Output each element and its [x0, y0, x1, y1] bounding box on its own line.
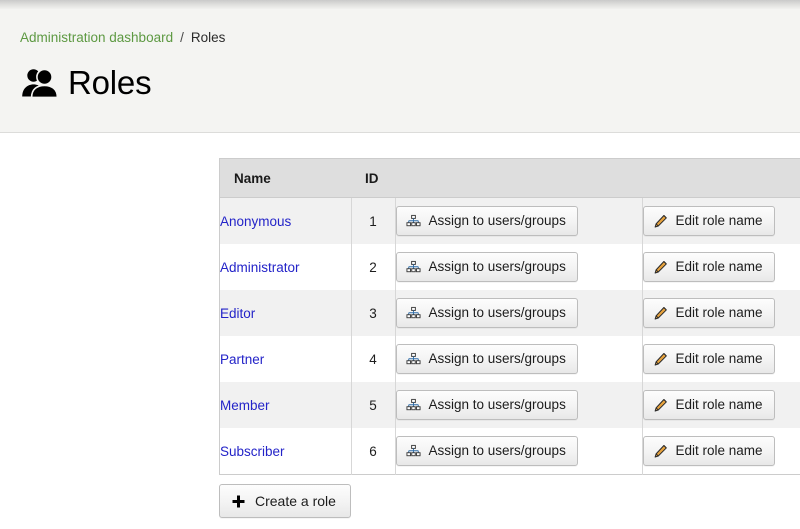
- roles-table: Name ID Anonymous 1 Assign to users/grou…: [219, 158, 800, 475]
- users-icon: [18, 63, 64, 103]
- pencil-icon: [653, 214, 668, 229]
- assign-button-label: Assign to users/groups: [428, 397, 566, 412]
- edit-button-label: Edit role name: [675, 259, 763, 274]
- assign-to-users-groups-button[interactable]: Assign to users/groups: [395, 390, 578, 420]
- edit-role-name-button[interactable]: Edit role name: [642, 436, 775, 466]
- org-chart-icon: [405, 260, 421, 275]
- cell-role-id: 5: [351, 382, 396, 428]
- cell-role-name: Anonymous: [219, 197, 352, 244]
- assign-button-label: Assign to users/groups: [428, 351, 566, 366]
- breadcrumb: Administration dashboard / Roles: [20, 29, 225, 46]
- plus-icon: [231, 494, 246, 509]
- edit-button-label: Edit role name: [675, 305, 763, 320]
- edit-role-name-button[interactable]: Edit role name: [642, 344, 775, 374]
- role-link-editor[interactable]: Editor: [220, 306, 255, 321]
- column-header-edit: [642, 158, 800, 198]
- content-area: Name ID Anonymous 1 Assign to users/grou…: [0, 134, 800, 529]
- table-header-row: Name ID: [219, 158, 800, 198]
- edit-button-label: Edit role name: [675, 443, 763, 458]
- pencil-icon: [653, 352, 668, 367]
- pencil-icon: [653, 306, 668, 321]
- cell-role-id: 2: [351, 244, 396, 290]
- table-row: Partner 4 Assign to users/groups Edit ro…: [219, 336, 800, 382]
- edit-button-label: Edit role name: [675, 351, 763, 366]
- role-link-anonymous[interactable]: Anonymous: [220, 214, 291, 229]
- table-row: Member 5 Assign to users/groups Edit rol…: [219, 382, 800, 428]
- cell-assign-action: Assign to users/groups: [395, 244, 643, 290]
- create-a-role-button[interactable]: Create a role: [219, 484, 351, 518]
- role-link-administrator[interactable]: Administrator: [220, 260, 300, 275]
- cell-assign-action: Assign to users/groups: [395, 382, 643, 428]
- cell-role-id: 6: [351, 428, 396, 475]
- cell-role-name: Editor: [219, 290, 352, 336]
- assign-button-label: Assign to users/groups: [428, 213, 566, 228]
- breadcrumb-link-administration-dashboard[interactable]: Administration dashboard: [20, 30, 173, 45]
- cell-role-id: 1: [351, 197, 396, 244]
- org-chart-icon: [405, 306, 421, 321]
- assign-to-users-groups-button[interactable]: Assign to users/groups: [395, 252, 578, 282]
- page-title: Roles: [68, 64, 152, 101]
- cell-edit-action: Edit role name: [642, 244, 800, 290]
- org-chart-icon: [405, 398, 421, 413]
- assign-to-users-groups-button[interactable]: Assign to users/groups: [395, 298, 578, 328]
- org-chart-icon: [405, 214, 421, 229]
- edit-button-label: Edit role name: [675, 213, 763, 228]
- pencil-icon: [653, 444, 668, 459]
- assign-button-label: Assign to users/groups: [428, 443, 566, 458]
- assign-to-users-groups-button[interactable]: Assign to users/groups: [395, 206, 578, 236]
- cell-role-id: 3: [351, 290, 396, 336]
- cell-assign-action: Assign to users/groups: [395, 428, 643, 475]
- role-link-member[interactable]: Member: [220, 398, 270, 413]
- pencil-icon: [653, 398, 668, 413]
- page-header: Administration dashboard / Roles Roles: [0, 0, 800, 133]
- assign-button-label: Assign to users/groups: [428, 305, 566, 320]
- cell-assign-action: Assign to users/groups: [395, 290, 643, 336]
- edit-role-name-button[interactable]: Edit role name: [642, 390, 775, 420]
- cell-edit-action: Edit role name: [642, 290, 800, 336]
- role-link-subscriber[interactable]: Subscriber: [220, 444, 285, 459]
- edit-role-name-button[interactable]: Edit role name: [642, 252, 775, 282]
- top-shadow: [0, 0, 800, 9]
- edit-button-label: Edit role name: [675, 397, 763, 412]
- pencil-icon: [653, 260, 668, 275]
- cell-edit-action: Edit role name: [642, 382, 800, 428]
- assign-to-users-groups-button[interactable]: Assign to users/groups: [395, 344, 578, 374]
- assign-button-label: Assign to users/groups: [428, 259, 566, 274]
- edit-role-name-button[interactable]: Edit role name: [642, 298, 775, 328]
- column-header-id: ID: [351, 158, 395, 198]
- cell-role-name: Subscriber: [219, 428, 352, 475]
- column-header-assign: [395, 158, 642, 198]
- breadcrumb-current-roles: Roles: [190, 30, 226, 45]
- cell-role-name: Partner: [219, 336, 352, 382]
- page-title-row: Roles: [18, 56, 152, 110]
- roles-table-head: Name ID: [219, 158, 800, 198]
- table-row: Editor 3 Assign to users/groups Edit rol…: [219, 290, 800, 336]
- cell-role-name: Member: [219, 382, 352, 428]
- org-chart-icon: [405, 352, 421, 367]
- cell-assign-action: Assign to users/groups: [395, 336, 643, 382]
- cell-assign-action: Assign to users/groups: [395, 197, 643, 244]
- breadcrumb-separator: /: [180, 30, 184, 45]
- create-role-wrapper: Create a role: [219, 484, 351, 518]
- cell-edit-action: Edit role name: [642, 197, 800, 244]
- cell-role-name: Administrator: [219, 244, 352, 290]
- cell-edit-action: Edit role name: [642, 336, 800, 382]
- table-row: Administrator 2 Assign to users/groups E…: [219, 244, 800, 290]
- cell-role-id: 4: [351, 336, 396, 382]
- assign-to-users-groups-button[interactable]: Assign to users/groups: [395, 436, 578, 466]
- org-chart-icon: [405, 444, 421, 459]
- roles-table-body: Anonymous 1 Assign to users/groups Edit …: [219, 197, 800, 475]
- column-header-name: Name: [219, 158, 351, 198]
- cell-edit-action: Edit role name: [642, 428, 800, 475]
- create-button-label: Create a role: [255, 493, 336, 509]
- table-row: Anonymous 1 Assign to users/groups Edit …: [219, 197, 800, 244]
- role-link-partner[interactable]: Partner: [220, 352, 264, 367]
- edit-role-name-button[interactable]: Edit role name: [642, 206, 775, 236]
- table-row: Subscriber 6 Assign to users/groups Edit…: [219, 428, 800, 475]
